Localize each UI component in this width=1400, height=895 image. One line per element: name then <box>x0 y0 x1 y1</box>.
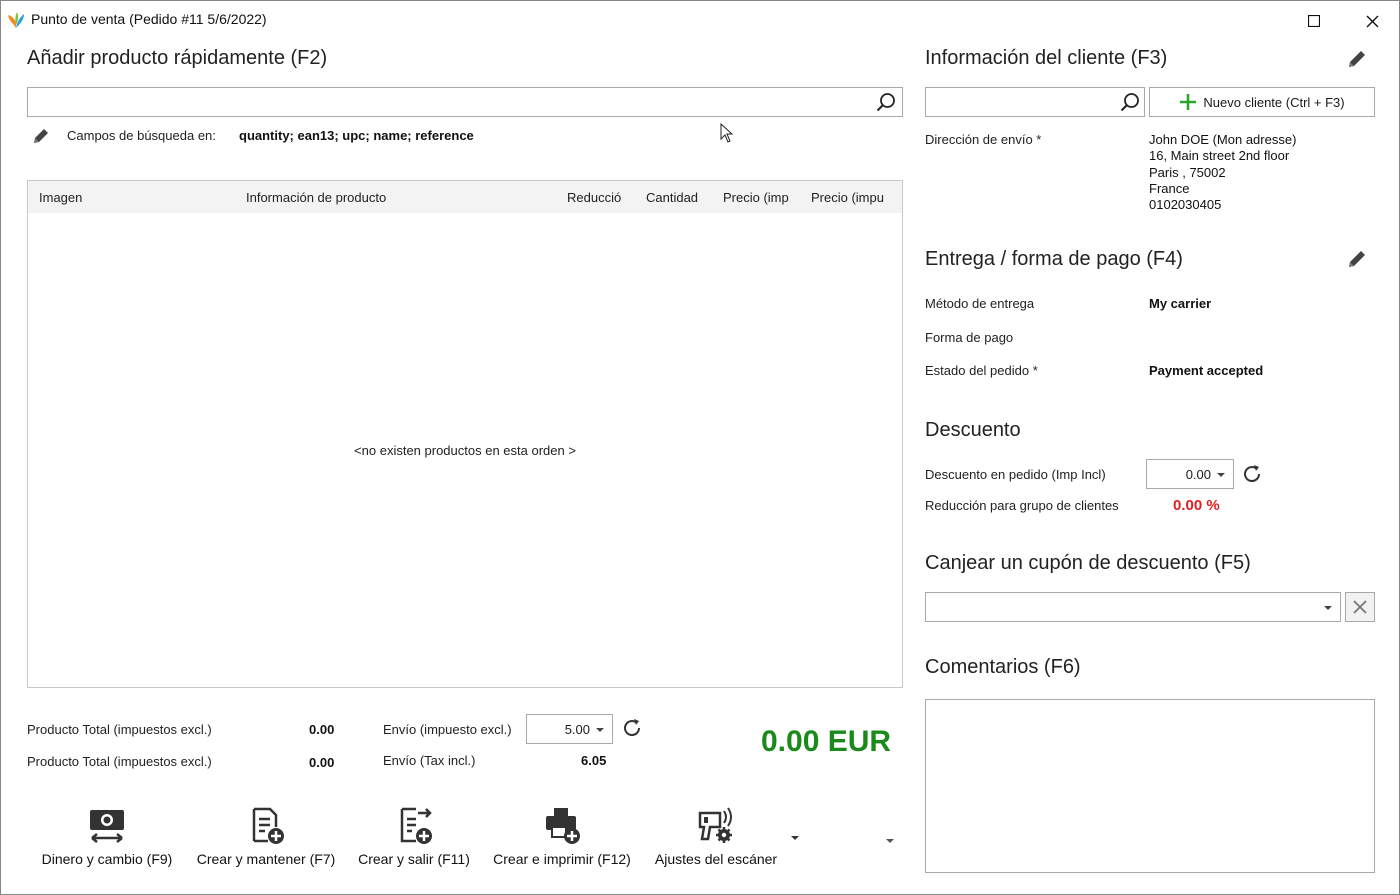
products-table: Imagen Información de producto Reducció … <box>27 180 903 688</box>
delivery-method-label: Método de entrega <box>925 296 1035 311</box>
payment-method-label: Forma de pago <box>925 330 1014 345</box>
product-total-incl-label: Producto Total (impuestos excl.) <box>27 754 212 769</box>
cash-change-label: Dinero y cambio (F9) <box>41 851 173 867</box>
shipping-incl-label: Envío (Tax incl.) <box>383 753 476 768</box>
edit-customer-icon[interactable] <box>1346 48 1368 75</box>
order-status-value: Payment accepted <box>1149 363 1264 378</box>
column-header-quantity[interactable]: Cantidad <box>646 190 712 205</box>
customer-heading: Información del cliente (F3) <box>925 47 1168 69</box>
delivery-heading: Entrega / forma de pago (F4) <box>925 248 1183 270</box>
clear-coupon-button[interactable] <box>1345 592 1375 622</box>
search-fields-label: Campos de búsqueda en: <box>67 128 216 143</box>
address-line: John DOE (Mon adresse) <box>1149 132 1297 147</box>
close-icon <box>1366 15 1378 27</box>
quick-add-heading: Añadir producto rápidamente (F2) <box>27 47 328 69</box>
column-header-image[interactable]: Imagen <box>39 190 159 205</box>
order-discount-value: 0.00 <box>1185 467 1211 482</box>
create-exit-label: Crear y salir (F11) <box>358 851 470 867</box>
new-customer-button[interactable]: Nuevo cliente (Ctrl + F3) <box>1149 87 1375 117</box>
document-export-icon <box>393 803 435 847</box>
shipping-incl-value: 6.05 <box>581 753 607 768</box>
shipping-address-block: John DOE (Mon adresse) 16, Main street 2… <box>1149 132 1296 213</box>
plus-icon <box>1180 94 1197 110</box>
scanner-settings-icon <box>695 803 737 847</box>
coupon-heading: Canjear un cupón de descuento (F5) <box>925 552 1251 574</box>
column-header-price-incl[interactable]: Precio (impu <box>811 190 893 205</box>
table-header: Imagen Información de producto Reducció … <box>28 181 902 213</box>
delivery-method-value: My carrier <box>1149 296 1212 311</box>
address-line: 16, Main street 2nd floor <box>1149 148 1290 164</box>
product-total-incl-value: 0.00 <box>309 755 335 770</box>
customer-search-input[interactable] <box>925 87 1145 117</box>
mouse-cursor-icon <box>720 122 734 148</box>
product-total-excl-label: Producto Total (impuestos excl.) <box>27 722 212 737</box>
create-print-label: Crear e imprimir (F12) <box>493 851 631 867</box>
product-total-excl-value: 0.00 <box>309 722 335 737</box>
coupon-dropdown[interactable] <box>925 592 1341 622</box>
discount-heading: Descuento <box>925 419 1021 441</box>
title-bar: Punto de venta (Pedido #11 5/6/2022) <box>1 1 1399 37</box>
scanner-settings-button[interactable]: Ajustes del escáner <box>651 803 781 873</box>
close-button[interactable] <box>1357 9 1387 33</box>
refresh-discount-icon[interactable] <box>1241 463 1263 490</box>
product-search-icon[interactable] <box>875 91 897 113</box>
cash-change-button[interactable]: Dinero y cambio (F9) <box>37 803 177 873</box>
search-fields-value: quantity; ean13; upc; name; reference <box>239 128 474 143</box>
chevron-down-icon <box>596 728 604 732</box>
printer-add-icon <box>541 803 583 847</box>
empty-products-message: <no existen productos en esta orden > <box>354 443 576 458</box>
address-line: 0102030405 <box>1149 197 1222 213</box>
grand-total: 0.00 EUR <box>761 725 892 758</box>
address-line: Paris , 75002 <box>1149 164 1226 180</box>
chevron-down-icon <box>1217 473 1225 477</box>
scanner-settings-label: Ajustes del escáner <box>654 851 778 867</box>
shipping-address-label: Dirección de envío * <box>925 132 1042 147</box>
column-header-product-info[interactable]: Información de producto <box>246 190 466 205</box>
create-print-button[interactable]: Crear e imprimir (F12) <box>488 803 636 873</box>
pos-window: Punto de venta (Pedido #11 5/6/2022) Aña… <box>0 0 1400 895</box>
shipping-excl-label: Envío (impuesto excl.) <box>383 722 512 737</box>
app-logo-icon <box>7 11 25 29</box>
edit-delivery-icon[interactable] <box>1346 248 1368 275</box>
maximize-icon <box>1308 15 1320 27</box>
order-discount-dropdown[interactable]: 0.00 <box>1146 459 1234 489</box>
column-header-reduction[interactable]: Reducció <box>567 190 629 205</box>
comments-textarea[interactable] <box>925 699 1375 873</box>
product-search-input[interactable] <box>27 87 903 117</box>
address-line: France <box>1149 180 1190 196</box>
clear-icon <box>1353 600 1367 614</box>
group-reduction-value: 0.00 % <box>1173 497 1220 514</box>
order-status-label: Estado del pedido * <box>925 363 1038 378</box>
new-customer-label: Nuevo cliente (Ctrl + F3) <box>1203 94 1345 110</box>
money-exchange-icon <box>86 803 128 847</box>
refresh-shipping-icon[interactable] <box>621 717 643 744</box>
comments-heading: Comentarios (F6) <box>925 656 1081 678</box>
document-add-icon <box>245 803 287 847</box>
edit-search-fields-icon[interactable] <box>31 126 51 151</box>
window-title: Punto de venta (Pedido #11 5/6/2022) <box>31 11 267 27</box>
group-reduction-label: Reducción para grupo de clientes <box>925 498 1119 513</box>
shipping-excl-value: 5.00 <box>564 722 590 737</box>
toolbar-overflow-arrow-icon[interactable] <box>886 839 894 843</box>
create-keep-button[interactable]: Crear y mantener (F7) <box>193 803 339 873</box>
create-keep-label: Crear y mantener (F7) <box>196 851 336 867</box>
create-exit-button[interactable]: Crear y salir (F11) <box>355 803 473 873</box>
scanner-dropdown-arrow-icon[interactable] <box>791 836 799 840</box>
shipping-excl-dropdown[interactable]: 5.00 <box>526 714 613 744</box>
chevron-down-icon <box>1324 606 1332 610</box>
column-header-price-excl[interactable]: Precio (imp <box>723 190 793 205</box>
order-discount-label: Descuento en pedido (Imp Incl) <box>925 467 1106 482</box>
customer-search-icon[interactable] <box>1119 91 1141 113</box>
maximize-button[interactable] <box>1299 9 1329 33</box>
